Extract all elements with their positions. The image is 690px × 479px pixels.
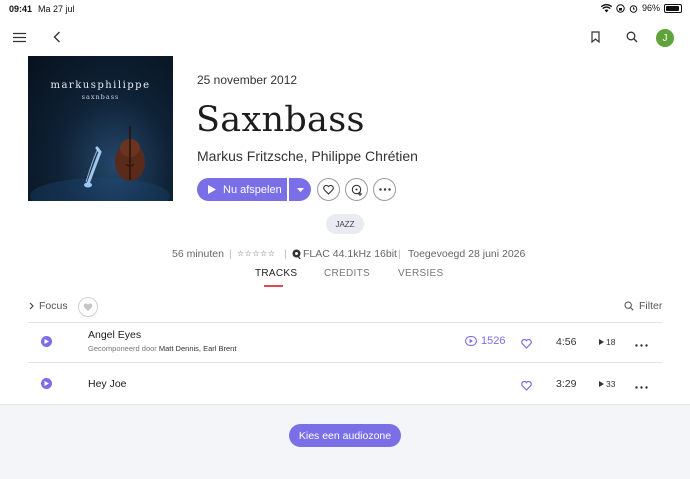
more-icon: [378, 188, 391, 191]
track-composers: Gecomponeerd door Matt Dennis, Earl Bren…: [88, 344, 236, 353]
focus-favorites-button[interactable]: [78, 297, 98, 317]
rating-stars[interactable]: ☆☆☆☆☆: [237, 249, 275, 258]
chevron-right-icon: [29, 302, 34, 310]
composer-names[interactable]: Matt Dennis, Earl Brent: [159, 344, 237, 353]
track-title: Angel Eyes: [88, 329, 142, 341]
release-date: 25 november 2012: [197, 73, 298, 87]
track-row[interactable]: Hey Joe 3:29 33: [28, 363, 662, 403]
more-icon: [635, 386, 648, 389]
lock-rotation-icon: [616, 3, 625, 13]
add-to-library-button[interactable]: [345, 178, 368, 201]
play-now-label: Nu afspelen: [223, 183, 282, 196]
add-library-icon: [351, 184, 362, 196]
zone-footer: Kies een audiozone: [0, 404, 690, 479]
track-favorite-button[interactable]: [521, 336, 532, 354]
track-favorite-button[interactable]: [521, 378, 532, 396]
play-icon: [599, 381, 604, 387]
track-play-count: 33: [599, 379, 615, 389]
choose-audio-zone-button[interactable]: Kies een audiozone: [289, 424, 401, 447]
search-icon: [624, 301, 634, 311]
track-play-count-value: 18: [606, 337, 616, 347]
tab-tracks[interactable]: TRACKS: [255, 268, 297, 279]
alarm-icon: [629, 4, 638, 13]
heart-icon: [323, 184, 334, 195]
play-options-dropdown[interactable]: [289, 178, 311, 201]
top-nav: J: [0, 24, 690, 52]
track-play-button[interactable]: [41, 378, 52, 389]
bookmark-icon[interactable]: [587, 29, 603, 45]
favorite-album-button[interactable]: [317, 178, 340, 201]
album-duration: 56 minuten: [172, 248, 224, 260]
filter-button[interactable]: Filter: [624, 300, 662, 312]
play-icon: [44, 381, 49, 386]
track-plays-value: 1526: [481, 335, 506, 347]
track-row[interactable]: Angel Eyes Gecomponeerd door Matt Dennis…: [28, 323, 662, 363]
track-duration: 4:56: [556, 336, 577, 348]
track-play-count-value: 33: [606, 379, 616, 389]
play-now-button[interactable]: Nu afspelen: [197, 178, 287, 201]
track-more-button[interactable]: [635, 334, 648, 350]
play-icon: [208, 185, 216, 194]
focus-toggle[interactable]: Focus: [29, 300, 68, 312]
album-meta: 56 minuten | ☆☆☆☆☆ | FLAC 44.1kHz 16bit …: [172, 248, 526, 262]
status-time: 09:41: [9, 4, 33, 14]
filter-label: Filter: [639, 300, 663, 312]
battery-icon: [664, 3, 682, 13]
back-icon[interactable]: [49, 29, 65, 45]
album-title: Saxnbass: [196, 100, 365, 140]
heart-icon: [521, 380, 532, 391]
caret-down-icon: [296, 187, 304, 192]
composer-prefix: Gecomponeerd door: [88, 344, 157, 353]
more-icon: [635, 344, 648, 347]
track-play-count: 18: [599, 337, 615, 347]
focus-label: Focus: [39, 300, 68, 312]
status-date: Ma 27 jul: [38, 4, 75, 14]
wifi-icon: [600, 3, 612, 12]
tab-credits[interactable]: CREDITS: [324, 268, 370, 279]
audio-format: FLAC 44.1kHz 16bit: [303, 248, 397, 260]
date-added: Toegevoegd 28 juni 2026: [408, 248, 526, 260]
album-artists[interactable]: Markus Fritzsche, Philippe Chrétien: [197, 148, 418, 164]
heart-icon: [521, 338, 532, 349]
format-icon: [292, 249, 301, 262]
album-cover: markusphilippe saxnbass: [28, 56, 173, 201]
status-icons: 96%: [600, 3, 682, 13]
track-more-button[interactable]: [635, 376, 648, 392]
avatar[interactable]: J: [656, 29, 674, 47]
heart-icon: [83, 302, 93, 311]
search-icon[interactable]: [624, 29, 640, 45]
track-plays: 1526: [465, 335, 505, 347]
tab-versions[interactable]: VERSIES: [398, 268, 443, 279]
track-duration: 3:29: [556, 378, 577, 390]
more-options-button[interactable]: [373, 178, 396, 201]
play-icon: [44, 339, 49, 344]
play-count-icon: [465, 336, 477, 346]
track-title: Hey Joe: [88, 378, 127, 390]
battery-percent: 96%: [641, 3, 660, 13]
cover-art-instruments: [30, 126, 170, 201]
status-bar: 09:41 Ma 27 jul 96%: [0, 0, 690, 18]
play-icon: [599, 339, 604, 345]
genre-tag[interactable]: JAZZ: [326, 214, 364, 234]
track-play-button[interactable]: [41, 336, 52, 347]
active-tab-indicator: [264, 285, 283, 287]
menu-icon[interactable]: [11, 29, 27, 45]
